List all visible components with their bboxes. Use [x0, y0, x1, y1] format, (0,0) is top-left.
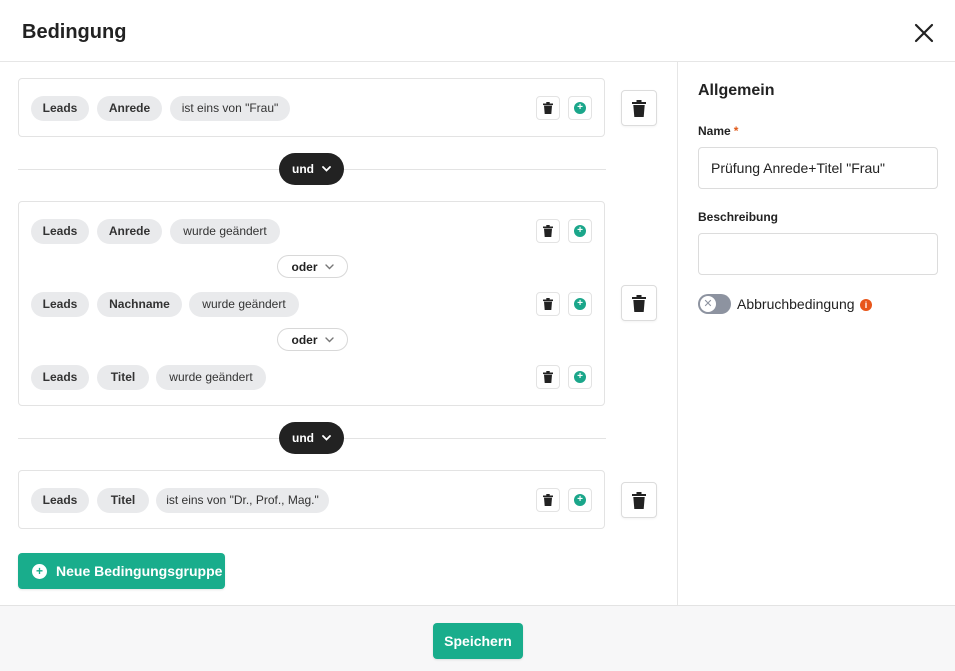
plus-icon: + — [574, 102, 586, 114]
abort-condition-label: Abbruchbedingung — [737, 296, 855, 312]
field-chip[interactable]: Anrede — [97, 96, 162, 121]
new-condition-group-button[interactable]: + Neue Bedingungsgruppe — [18, 553, 225, 589]
plus-icon: + — [574, 225, 586, 237]
condition-chip[interactable]: wurde geändert — [170, 219, 280, 244]
und-dropdown[interactable]: und — [279, 422, 344, 454]
delete-row-button[interactable] — [536, 488, 560, 512]
field-chip[interactable]: Titel — [97, 488, 149, 513]
delete-group-button[interactable] — [621, 482, 657, 518]
condition-group: Leads Anrede wurde geändert + oder Leads… — [18, 201, 605, 406]
section-title: Allgemein — [698, 82, 775, 99]
condition-group: Leads Anrede ist eins von "Frau" + — [18, 78, 605, 137]
field-chip[interactable]: Titel — [97, 365, 149, 390]
delete-row-button[interactable] — [536, 219, 560, 243]
dialog-header: Bedingung — [0, 0, 955, 62]
toggle-x-icon: ✕ — [700, 296, 716, 312]
chevron-down-icon — [322, 435, 331, 441]
trash-icon — [543, 494, 553, 506]
add-row-button[interactable]: + — [568, 292, 592, 316]
condition-row: Leads Titel ist eins von "Dr., Prof., Ma… — [31, 488, 592, 514]
condition-row: Leads Nachname wurde geändert + — [31, 292, 592, 318]
oder-dropdown[interactable]: oder — [277, 328, 348, 351]
chevron-down-icon — [324, 336, 334, 342]
entity-chip[interactable]: Leads — [31, 219, 89, 244]
condition-group: Leads Titel ist eins von "Dr., Prof., Ma… — [18, 470, 605, 529]
und-label: und — [292, 431, 314, 445]
trash-icon — [543, 102, 553, 114]
properties-panel: Allgemein Name * Prüfung Anrede+Titel "Fr… — [677, 62, 955, 605]
und-label: und — [292, 162, 314, 176]
trash-icon — [543, 298, 553, 310]
condition-row: Leads Titel wurde geändert + — [31, 365, 592, 391]
plus-icon: + — [574, 371, 586, 383]
und-dropdown[interactable]: und — [279, 153, 344, 185]
entity-chip[interactable]: Leads — [31, 365, 89, 390]
add-row-button[interactable]: + — [568, 488, 592, 512]
description-field[interactable] — [698, 233, 938, 275]
condition-chip[interactable]: ist eins von "Frau" — [170, 96, 290, 121]
dialog-title: Bedingung — [22, 21, 127, 43]
name-field[interactable]: Prüfung Anrede+Titel "Frau" — [698, 147, 938, 189]
condition-chip[interactable]: wurde geändert — [156, 365, 266, 390]
plus-icon: + — [574, 298, 586, 310]
trash-icon — [632, 491, 646, 509]
add-row-button[interactable]: + — [568, 219, 592, 243]
conditions-panel: Leads Anrede ist eins von "Frau" + und L… — [0, 62, 677, 605]
condition-row: Leads Anrede ist eins von "Frau" + — [31, 96, 592, 122]
delete-row-button[interactable] — [536, 365, 560, 389]
dialog-footer: Speichern — [0, 605, 955, 671]
entity-chip[interactable]: Leads — [31, 488, 89, 513]
chevron-down-icon — [322, 166, 331, 172]
delete-row-button[interactable] — [536, 96, 560, 120]
delete-row-button[interactable] — [536, 292, 560, 316]
info-icon[interactable]: i — [860, 299, 872, 311]
add-row-button[interactable]: + — [568, 96, 592, 120]
required-marker: * — [733, 124, 739, 138]
delete-group-button[interactable] — [621, 90, 657, 126]
trash-icon — [632, 99, 646, 117]
name-label: Name * — [698, 124, 738, 138]
trash-icon — [543, 371, 553, 383]
abort-condition-toggle[interactable]: ✕ — [698, 294, 731, 314]
save-button[interactable]: Speichern — [433, 623, 523, 659]
plus-icon: + — [574, 494, 586, 506]
condition-row: Leads Anrede wurde geändert + — [31, 219, 592, 245]
oder-label: oder — [291, 332, 318, 347]
add-row-button[interactable]: + — [568, 365, 592, 389]
trash-icon — [543, 225, 553, 237]
trash-icon — [632, 294, 646, 312]
field-chip[interactable]: Nachname — [97, 292, 182, 317]
condition-chip[interactable]: ist eins von "Dr., Prof., Mag." — [156, 488, 329, 513]
description-label: Beschreibung — [698, 210, 779, 224]
chevron-down-icon — [324, 263, 334, 269]
plus-circle-icon: + — [32, 563, 47, 579]
oder-dropdown[interactable]: oder — [277, 255, 348, 278]
delete-group-button[interactable] — [621, 285, 657, 321]
entity-chip[interactable]: Leads — [31, 96, 89, 121]
name-label-text: Name — [698, 124, 731, 138]
oder-label: oder — [291, 259, 318, 274]
close-icon[interactable] — [912, 21, 936, 45]
condition-chip[interactable]: wurde geändert — [189, 292, 299, 317]
field-chip[interactable]: Anrede — [97, 219, 162, 244]
entity-chip[interactable]: Leads — [31, 292, 89, 317]
new-condition-group-label: Neue Bedingungsgruppe — [56, 563, 223, 579]
